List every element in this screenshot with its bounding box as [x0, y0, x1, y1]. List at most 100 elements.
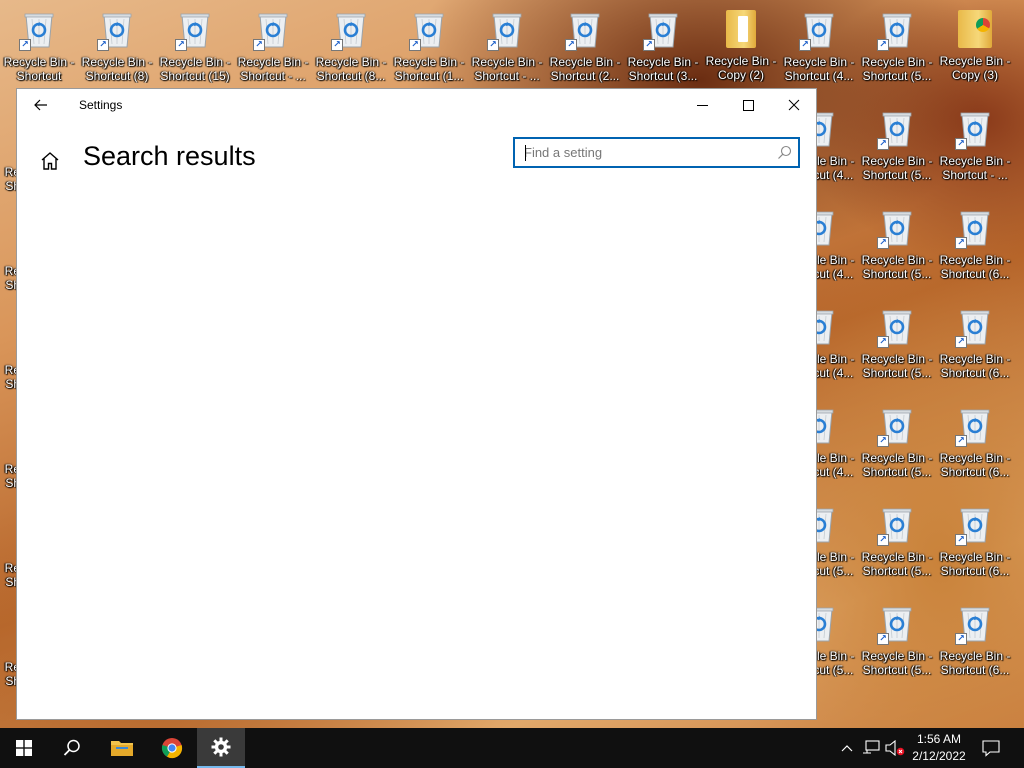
label-line: Recycle Bin -: [939, 649, 1011, 663]
desktop-icon[interactable]: ↗ Recycle Bin - Shortcut (6...: [936, 594, 1014, 684]
action-center-button[interactable]: [981, 738, 1001, 758]
recycle-bin-icon: ↗: [955, 108, 992, 150]
desktop-icon[interactable]: ↗ Recycle Bin - Shortcut (6...: [936, 297, 1014, 387]
desktop-icon[interactable]: ↗ Recycle Bin - Shortcut - ...: [468, 0, 546, 90]
folder-icon: [111, 741, 133, 756]
label-line: Recycle Bin -: [861, 550, 933, 564]
back-arrow-icon: [34, 99, 47, 111]
desktop-icon[interactable]: ↗ Recycle Bin -Shortcut (5...: [858, 396, 936, 486]
label-line: Recycle Bin -: [315, 55, 387, 69]
desktop-icon[interactable]: ↗ Recycle Bin -Shortcut (5...: [858, 495, 936, 585]
label-line: Recycle Bin -: [939, 451, 1011, 465]
recycle-bin-icon: ↗: [877, 603, 914, 645]
recycle-bin-icon: ↗: [97, 9, 134, 51]
desktop-icon-label: Recycle Bin - Shortcut (15): [156, 55, 234, 83]
label-line: Recycle Bin -: [471, 55, 543, 69]
label-line: Recycle Bin -: [237, 55, 309, 69]
desktop-icon[interactable]: ↗ Recycle Bin - Shortcut (6...: [936, 198, 1014, 288]
desktop-icon[interactable]: ↗ Recycle Bin - Shortcut (1...: [390, 0, 468, 90]
desktop-icon-label: Recycle Bin - Shortcut (8): [78, 55, 156, 83]
shortcut-arrow-icon: ↗: [643, 39, 655, 51]
desktop-icon[interactable]: ↗ Recycle Bin - Shortcut (2...: [546, 0, 624, 90]
folder-icon: [726, 10, 756, 48]
desktop-icon[interactable]: ↗ Recycle Bin -Shortcut (5...: [858, 0, 936, 90]
show-hidden-icons-button[interactable]: [837, 738, 857, 758]
shortcut-arrow-icon: ↗: [877, 237, 889, 249]
desktop-icon[interactable]: Recycle Bin - Copy (2): [702, 0, 780, 90]
settings-taskbar-button[interactable]: [197, 728, 245, 768]
start-button[interactable]: [0, 728, 48, 768]
shortcut-arrow-icon: ↗: [877, 39, 889, 51]
desktop-icon[interactable]: ↗ Recycle Bin - Shortcut (6...: [936, 396, 1014, 486]
desktop-icon-label: Recycle Bin - Shortcut - ...: [936, 154, 1014, 182]
label-line: Shortcut (8): [85, 69, 149, 83]
desktop-icon[interactable]: ↗ Recycle Bin - Shortcut (15): [156, 0, 234, 90]
shortcut-arrow-icon: ↗: [877, 138, 889, 150]
desktop-icon-label: Recycle Bin - Shortcut (5...: [858, 451, 936, 479]
desktop-icon[interactable]: ↗ Recycle Bin - Shortcut (6...: [936, 495, 1014, 585]
label-line: Recycle Bin -: [393, 55, 465, 69]
label-line: Recycle Bin -: [861, 55, 933, 69]
desktop-icon-label: Recycle Bin - Shortcut (5...: [858, 550, 936, 578]
desktop-icon[interactable]: ↗ Recycle Bin - Shortcut (8): [78, 0, 156, 90]
recycle-bin-icon: ↗: [877, 207, 914, 249]
desktop-icon[interactable]: Recycle Bin - Copy (3): [936, 0, 1014, 90]
desktop-icon-label: Recycle Bin - Shortcut (5...: [858, 352, 936, 380]
recycle-bin-icon: ↗: [877, 504, 914, 546]
recycle-bin-icon: ↗: [877, 405, 914, 447]
title-bar[interactable]: Settings: [17, 89, 816, 121]
desktop-icon[interactable]: ↗ Recycle Bin - Shortcut (8...: [312, 0, 390, 90]
desktop-icon-label: Recycle Bin - Shortcut (6...: [936, 253, 1014, 281]
windows-logo-icon: [16, 740, 32, 756]
notification-icon: [982, 740, 1000, 757]
recycle-bin-icon: ↗: [253, 9, 290, 51]
search-taskbar-button[interactable]: [48, 728, 96, 768]
label-line: Shortcut (6...: [940, 366, 1010, 380]
label-line: Shortcut (6...: [940, 465, 1010, 479]
desktop-icon-label: Recycle Bin - Shortcut (5...: [858, 649, 936, 677]
label-line: Shortcut (3...: [628, 69, 698, 83]
shortcut-arrow-icon: ↗: [877, 435, 889, 447]
close-button[interactable]: [771, 89, 817, 121]
text-caret: [525, 145, 526, 161]
file-explorer-button[interactable]: [98, 728, 146, 768]
chrome-icon: [976, 18, 990, 32]
desktop-icon[interactable]: ↗ Recycle Bin -Shortcut (5...: [858, 198, 936, 288]
desktop-icon-label: Recycle Bin - Shortcut (5...: [858, 55, 936, 83]
recycle-bin-icon: ↗: [799, 9, 836, 51]
search-input[interactable]: [515, 139, 765, 166]
volume-muted-icon: [885, 740, 905, 756]
chrome-button[interactable]: [148, 728, 196, 768]
label-line: Recycle Bin -: [939, 550, 1011, 564]
recycle-bin-icon: ↗: [175, 9, 212, 51]
taskbar: 1:56 AM 2/12/2022: [0, 728, 1024, 768]
recycle-bin-icon: ↗: [643, 9, 680, 51]
desktop-icon[interactable]: ↗ Recycle Bin -Shortcut (5...: [858, 594, 936, 684]
desktop-icon[interactable]: ↗ Recycle Bin -Shortcut (5...: [858, 297, 936, 387]
desktop-icon[interactable]: ↗ Recycle Bin - Shortcut (3...: [624, 0, 702, 90]
label-line: Recycle Bin -: [705, 54, 777, 68]
home-button[interactable]: [39, 150, 61, 172]
recycle-bin-icon: ↗: [877, 306, 914, 348]
desktop-icon[interactable]: ↗ Recycle Bin - Shortcut: [0, 0, 78, 90]
desktop-icon[interactable]: ↗ Recycle Bin - Shortcut - ...: [234, 0, 312, 90]
label-line: Shortcut (4...: [784, 69, 854, 83]
search-icon[interactable]: [777, 145, 792, 160]
desktop-icon[interactable]: ↗ Recycle Bin -Shortcut (4...: [780, 0, 858, 90]
shortcut-arrow-icon: ↗: [175, 39, 187, 51]
search-icon: [63, 739, 80, 756]
clock[interactable]: 1:56 AM 2/12/2022: [905, 731, 973, 765]
search-box[interactable]: [513, 137, 800, 168]
desktop-icon-label: Recycle Bin - Shortcut - ...: [234, 55, 312, 83]
settings-window: Settings Search results: [16, 88, 817, 720]
volume-button[interactable]: [885, 738, 905, 758]
desktop-icon[interactable]: ↗ Recycle Bin -Shortcut (5...: [858, 99, 936, 189]
chrome-icon: [161, 738, 183, 759]
desktop-icon[interactable]: ↗ Recycle Bin - Shortcut - ...: [936, 99, 1014, 189]
minimize-button[interactable]: [679, 89, 725, 121]
recycle-bin-icon: ↗: [877, 9, 914, 51]
desktop-icon-label: Recycle Bin - Copy (2): [702, 54, 780, 82]
network-button[interactable]: [861, 738, 881, 758]
back-button[interactable]: [25, 89, 57, 121]
maximize-button[interactable]: [725, 89, 771, 121]
